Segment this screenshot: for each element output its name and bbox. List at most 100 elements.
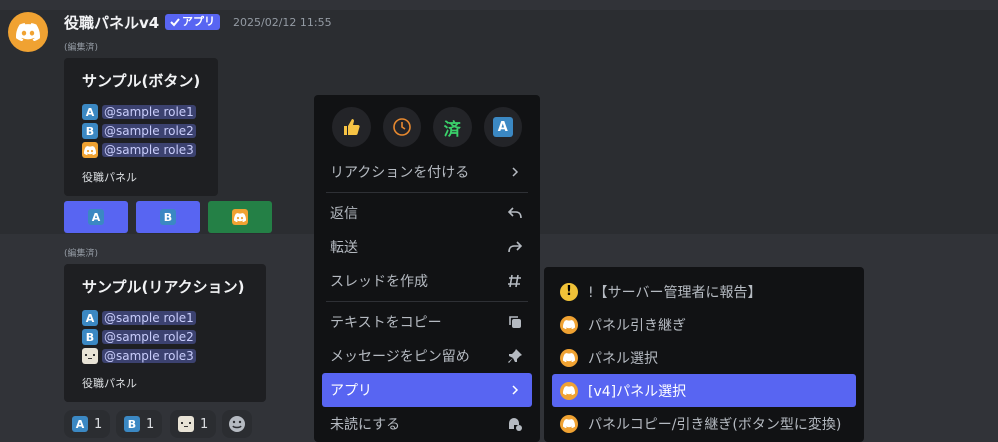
username[interactable]: 役職パネルv4 xyxy=(64,12,159,33)
menu-copy-text[interactable]: テキストをコピー xyxy=(322,305,532,339)
menu-create-thread[interactable]: スレッドを作成 xyxy=(322,264,532,298)
role-a-button[interactable]: A xyxy=(64,201,128,233)
menu-label: アプリ xyxy=(330,383,372,399)
apps-submenu: ! !【サーバー管理者に報告】 パネル引き継ぎ パネル選択 [v4]パネル選択 … xyxy=(544,267,864,442)
role-mention[interactable]: @sample role2 xyxy=(102,330,196,344)
reaction-count: 1 xyxy=(200,416,209,432)
discord-icon xyxy=(560,315,578,334)
timestamp[interactable]: 2025/02/12 11:55 xyxy=(233,16,332,29)
role-mention[interactable]: @sample role1 xyxy=(102,311,196,325)
warning-icon: ! xyxy=(560,282,578,301)
role-mention[interactable]: @sample role3 xyxy=(102,349,196,363)
regional-b-icon: B xyxy=(82,329,98,345)
role-line: B @sample role2 xyxy=(82,328,252,346)
menu-forward[interactable]: 転送 xyxy=(322,230,532,264)
reaction-count: 1 xyxy=(94,416,103,432)
app-badge-label: アプリ xyxy=(182,15,215,28)
thread-icon xyxy=(506,272,524,290)
submenu-label: !【サーバー管理者に報告】 xyxy=(588,284,762,301)
app-panel-takeover[interactable]: パネル引き継ぎ xyxy=(552,308,856,341)
chevron-right-icon xyxy=(506,381,524,399)
app-badge: アプリ xyxy=(165,14,220,30)
menu-label: 返信 xyxy=(330,206,358,222)
edited-label: (編集済) xyxy=(64,249,99,259)
app-report-to-admin[interactable]: ! !【サーバー管理者に報告】 xyxy=(552,275,856,308)
regional-b-icon: B xyxy=(160,209,176,225)
role-line: @sample role3 xyxy=(82,141,204,159)
pin-icon xyxy=(506,347,524,365)
reaction-b[interactable]: B 1 xyxy=(116,410,163,438)
forward-icon xyxy=(506,238,524,256)
discord-icon xyxy=(560,381,578,400)
quick-reactions: 済 A xyxy=(322,103,532,155)
menu-label: スレッドを作成 xyxy=(330,274,428,290)
edited-label: (編集済) xyxy=(64,43,99,53)
role-line: B @sample role2 xyxy=(82,122,204,140)
menu-apps[interactable]: アプリ xyxy=(322,373,532,407)
check-icon xyxy=(170,18,180,27)
embed-title: サンプル(リアクション) xyxy=(82,278,245,296)
regional-a-icon: A xyxy=(72,416,88,432)
avatar[interactable] xyxy=(8,12,48,52)
regional-b-icon: B xyxy=(82,123,98,139)
regional-a-icon: A xyxy=(82,310,98,326)
menu-label: テキストをコピー xyxy=(330,315,442,331)
face-icon xyxy=(82,348,98,364)
role-line: A @sample role1 xyxy=(82,103,204,121)
reaction-face[interactable]: 1 xyxy=(170,410,217,438)
quick-reaction-thumbs-up[interactable] xyxy=(332,107,371,147)
unread-icon xyxy=(506,415,524,433)
menu-label: 転送 xyxy=(330,240,358,256)
role-mention[interactable]: @sample role3 xyxy=(102,143,196,157)
regional-a-icon: A xyxy=(82,104,98,120)
reply-icon xyxy=(506,204,524,222)
regional-a-icon: A xyxy=(88,209,104,225)
discord-icon xyxy=(16,23,40,41)
menu-separator xyxy=(326,301,528,302)
submenu-label: パネル選択 xyxy=(588,350,658,367)
add-reaction-button[interactable] xyxy=(222,410,252,438)
quick-reaction-zumi[interactable]: 済 xyxy=(433,107,472,147)
discord-icon xyxy=(560,348,578,367)
smile-icon xyxy=(229,416,245,432)
menu-pin-message[interactable]: メッセージをピン留め xyxy=(322,339,532,373)
menu-separator xyxy=(326,192,528,193)
app-v4-panel-select[interactable]: [v4]パネル選択 xyxy=(552,374,856,407)
role-line: @sample role3 xyxy=(82,347,252,365)
discord-icon xyxy=(82,142,98,158)
menu-label: リアクションを付ける xyxy=(330,165,470,181)
quick-reaction-clock[interactable] xyxy=(382,107,421,147)
thumbs-up-icon xyxy=(344,119,360,135)
regional-a-icon: A xyxy=(492,117,513,137)
discord-icon xyxy=(232,209,248,225)
quick-reaction-a[interactable]: A xyxy=(483,107,522,147)
submenu-label: パネルコピー/引き継ぎ(ボタン型に変換) xyxy=(588,416,842,433)
embed-footer: 役職パネル xyxy=(82,171,137,184)
menu-add-reaction[interactable]: リアクションを付ける xyxy=(322,155,532,189)
embed-button-panel: サンプル(ボタン) A @sample role1 B @sample role… xyxy=(64,58,218,196)
chevron-right-icon xyxy=(506,163,524,181)
submenu-label: [v4]パネル選択 xyxy=(588,383,687,400)
regional-b-icon: B xyxy=(124,416,140,432)
face-icon xyxy=(178,416,194,432)
menu-label: メッセージをピン留め xyxy=(330,349,470,365)
menu-label: 未読にする xyxy=(330,417,401,433)
role-mention[interactable]: @sample role1 xyxy=(102,105,196,119)
app-panel-select[interactable]: パネル選択 xyxy=(552,341,856,374)
context-menu: 済 A リアクションを付ける 返信 転送 スレッドを作成 テキストをコピー メッ… xyxy=(314,95,540,442)
embed-title: サンプル(ボタン) xyxy=(82,72,201,90)
menu-mark-unread[interactable]: 未読にする xyxy=(322,407,532,441)
reaction-count: 1 xyxy=(146,416,155,432)
zumi-icon: 済 xyxy=(443,119,461,140)
top-bar xyxy=(0,0,998,10)
submenu-label: パネル引き継ぎ xyxy=(588,317,686,334)
menu-reply[interactable]: 返信 xyxy=(322,196,532,230)
embed-reaction-panel: サンプル(リアクション) A @sample role1 B @sample r… xyxy=(64,264,266,402)
app-panel-copy-convert[interactable]: パネルコピー/引き継ぎ(ボタン型に変換) xyxy=(552,407,856,440)
role-discord-button[interactable] xyxy=(208,201,272,233)
role-mention[interactable]: @sample role2 xyxy=(102,124,196,138)
role-line: A @sample role1 xyxy=(82,309,252,327)
reaction-a[interactable]: A 1 xyxy=(64,410,111,438)
role-b-button[interactable]: B xyxy=(136,201,200,233)
discord-icon xyxy=(560,414,578,433)
